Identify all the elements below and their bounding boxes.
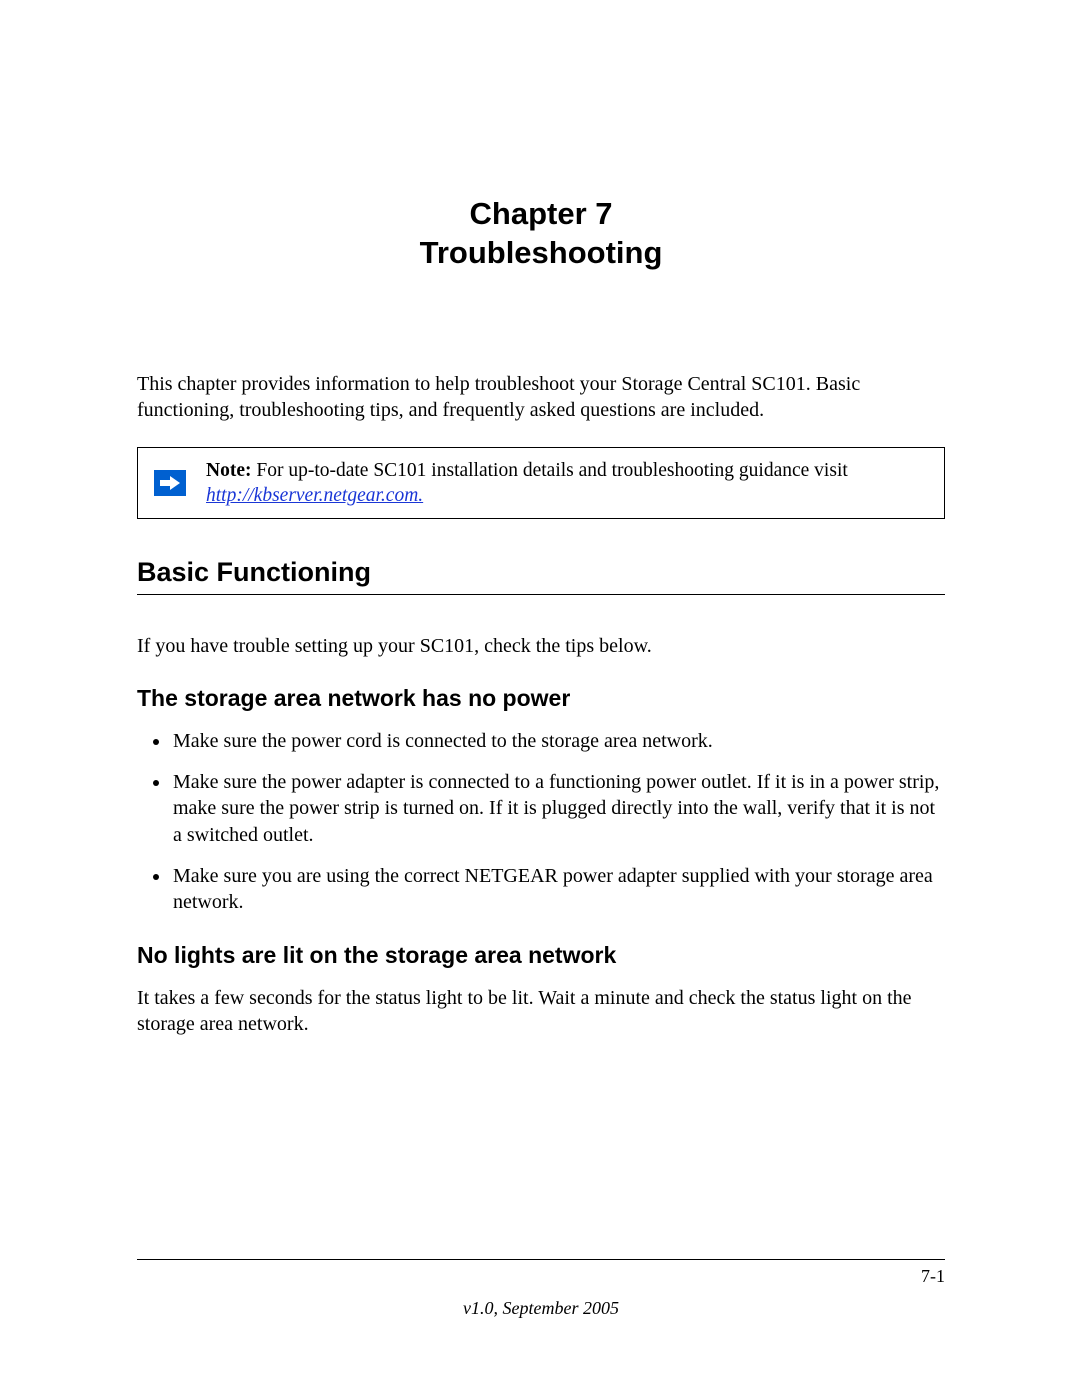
chapter-number: Chapter 7 bbox=[137, 195, 945, 234]
page-number: 7-1 bbox=[921, 1266, 945, 1287]
subsection-heading-no-power: The storage area network has no power bbox=[137, 685, 945, 712]
page-content: Chapter 7 Troubleshooting This chapter p… bbox=[0, 0, 1080, 1038]
chapter-header: Chapter 7 Troubleshooting bbox=[137, 195, 945, 273]
bullet-list-no-power: Make sure the power cord is connected to… bbox=[137, 728, 945, 916]
footer-rule bbox=[137, 1259, 945, 1260]
note-text: Note: For up-to-date SC101 installation … bbox=[202, 448, 944, 519]
note-box: Note: For up-to-date SC101 installation … bbox=[137, 447, 945, 520]
page-footer: 7-1 v1.0, September 2005 bbox=[137, 1259, 945, 1287]
section-heading-basic-functioning: Basic Functioning bbox=[137, 557, 945, 595]
list-item: Make sure you are using the correct NETG… bbox=[171, 863, 945, 916]
note-icon-cell bbox=[138, 448, 202, 519]
intro-paragraph: This chapter provides information to hel… bbox=[137, 371, 945, 423]
subsection-heading-no-lights: No lights are lit on the storage area ne… bbox=[137, 942, 945, 969]
note-label: Note: bbox=[206, 460, 251, 481]
list-item: Make sure the power adapter is connected… bbox=[171, 769, 945, 849]
arrow-right-icon bbox=[154, 470, 186, 496]
list-item: Make sure the power cord is connected to… bbox=[171, 728, 945, 755]
chapter-title: Troubleshooting bbox=[137, 234, 945, 273]
note-body: For up-to-date SC101 installation detail… bbox=[251, 460, 847, 481]
footer-version: v1.0, September 2005 bbox=[137, 1298, 945, 1319]
note-link[interactable]: http://kbserver.netgear.com. bbox=[206, 485, 423, 506]
section-body: If you have trouble setting up your SC10… bbox=[137, 633, 945, 659]
subsection-body-no-lights: It takes a few seconds for the status li… bbox=[137, 985, 945, 1038]
